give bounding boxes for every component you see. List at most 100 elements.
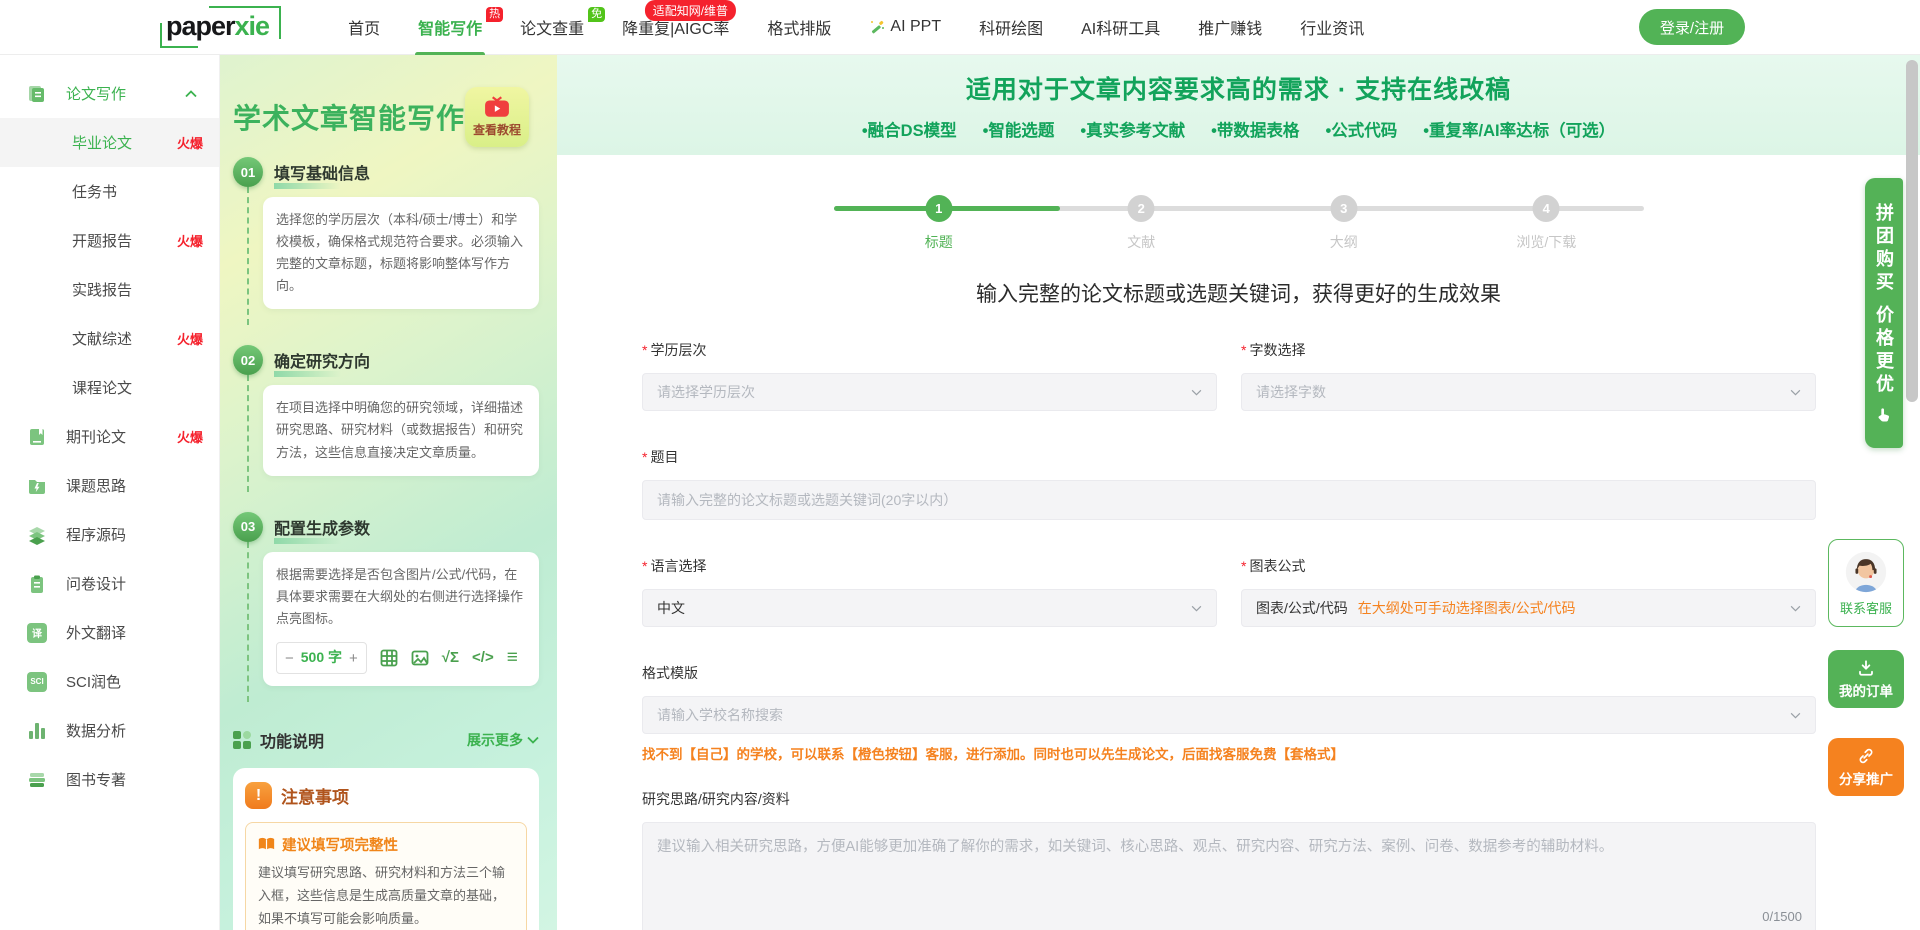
research-textarea[interactable]: [642, 822, 1816, 930]
cnki-weipu-badge: 适配知网/维普: [644, 0, 737, 21]
nav-item-research-drawing[interactable]: 科研绘图: [960, 0, 1062, 55]
chart-formula-select[interactable]: 图表/公式/代码 在大纲处可手动选择图表/公式/代码: [1241, 589, 1816, 627]
step-description: 根据需要选择是否包含图片/公式/代码，在具体要求需要在大纲处的右侧进行选择操作点…: [263, 551, 539, 687]
doc-pen-icon: [26, 83, 48, 105]
sci-icon: SCI: [26, 671, 48, 693]
features-row: 功能说明 展示更多: [233, 728, 539, 752]
sidebar-item-proposal-report[interactable]: 开题报告 火爆: [0, 216, 219, 265]
nav-item-promotion-earn[interactable]: 推广赚钱: [1179, 0, 1281, 55]
guide-panel: 学术文章智能写作 查看教程 01 填写基础信息 选择您的学历层次（本科/硕士/博…: [220, 55, 557, 930]
sidebar-item-graduation-thesis[interactable]: 毕业论文 火爆: [0, 118, 219, 167]
hero-feature-bullets: •融合DS模型 •智能选题 •真实参考文献 •带数据表格 •公式代码 •重复率/…: [861, 122, 1616, 140]
group-buy-banner[interactable]: 拼团购买 价格更优: [1865, 178, 1903, 448]
template-search-select[interactable]: 请输入学校名称搜索: [642, 696, 1816, 734]
thesis-form: * 学历层次 请选择学历层次 * 字数选择 请选择字数 * 题目 请输入完整的论…: [642, 340, 1816, 930]
main-nav: 首页 智能写作 热 论文查重 免 降重复|AIGC率 适配知网/维普 格式排版 …: [329, 0, 1383, 57]
clipboard-icon: [26, 573, 48, 595]
books-icon: [26, 769, 48, 791]
chevron-down-icon: [1191, 389, 1202, 396]
tutorial-button[interactable]: 查看教程: [465, 87, 529, 147]
chart-inline-hint: 在大纲处可手动选择图表/公式/代码: [1357, 600, 1576, 616]
sidebar-item-questionnaire-design[interactable]: 问卷设计: [0, 559, 219, 608]
login-register-button[interactable]: 登录/注册: [1639, 9, 1745, 45]
hot-label: 火爆: [176, 234, 203, 249]
folder-bolt-icon: [26, 475, 48, 497]
step-circle-outline: 3: [1330, 195, 1358, 222]
main-content: 适用对于文章内容要求高的需求 · 支持在线改稿 •融合DS模型 •智能选题 •真…: [557, 55, 1920, 930]
degree-label: * 学历层次: [642, 342, 707, 358]
nav-item-formatting[interactable]: 格式排版: [748, 0, 850, 55]
nav-item-ai-research-tools[interactable]: AI科研工具: [1062, 0, 1179, 55]
sidebar-item-book-monograph[interactable]: 图书专著: [0, 755, 219, 804]
title-input[interactable]: [642, 480, 1816, 520]
layers-icon: [26, 524, 48, 546]
page-scrollbar[interactable]: [1906, 60, 1918, 402]
step-label-download: 浏览/下载: [1516, 234, 1577, 250]
sidebar-item-task-book[interactable]: 任务书: [0, 167, 219, 216]
sidebar-item-topic-ideas[interactable]: 课题思路: [0, 461, 219, 510]
step-number-badge: 03: [233, 511, 263, 542]
show-more-button[interactable]: 展示更多: [467, 730, 539, 750]
my-orders-button[interactable]: 我的订单: [1828, 650, 1904, 708]
chart-formula-label: * 图表公式: [1241, 558, 1306, 574]
notice-section: ! 注意事项 建议填写项完整性 建议填写研究思路、研究材料和方法三个输入框，这些…: [233, 768, 539, 930]
contact-support-button[interactable]: 联系客服: [1828, 539, 1904, 627]
sidebar-item-journal-paper[interactable]: 期刊论文 火爆: [0, 412, 219, 461]
sidebar-item-data-analysis[interactable]: 数据分析: [0, 706, 219, 755]
step-circle-title: 1: [925, 195, 953, 222]
tv-play-icon: [485, 96, 509, 117]
lines-toggle-icon[interactable]: ≡: [507, 642, 518, 674]
nav-item-home[interactable]: 首页: [329, 0, 399, 55]
chevron-down-icon: [1790, 389, 1801, 396]
bar-chart-icon: [26, 720, 48, 742]
chevron-down-icon: [527, 737, 539, 745]
char-counter: 0/1500: [1762, 909, 1802, 924]
hot-label: 火爆: [176, 430, 203, 445]
template-label: 格式模版: [642, 665, 698, 681]
code-toggle-icon[interactable]: </>: [472, 645, 494, 671]
step-description: 选择您的学历层次（本科/硕士/博士）和学校模板，确保格式规范符合要求。必须输入完…: [263, 197, 539, 310]
translate-icon: 译: [26, 622, 48, 644]
step-title: 填写基础信息: [274, 160, 370, 189]
degree-select[interactable]: 请选择学历层次: [642, 373, 1217, 411]
nav-item-plagiarism-check[interactable]: 论文查重 免: [501, 0, 606, 55]
guide-step-3: 03 配置生成参数 根据需要选择是否包含图片/公式/代码，在具体要求需要在大纲处…: [233, 511, 539, 703]
sidebar-item-sci-polish[interactable]: SCI SCI润色: [0, 657, 219, 706]
sidebar-item-literature-review[interactable]: 文献综述 火爆: [0, 314, 219, 363]
image-toggle-icon[interactable]: [411, 649, 429, 667]
step-label-title: 标题: [924, 234, 953, 250]
chevron-down-icon: [1191, 605, 1202, 612]
logo[interactable]: paper xie: [160, 5, 282, 48]
hero-title: 适用对于文章内容要求高的需求 · 支持在线改稿: [965, 76, 1512, 104]
chevron-down-icon: [1790, 712, 1801, 719]
feature-grid-icon: [233, 731, 251, 750]
word-count-minus-button[interactable]: −: [285, 651, 294, 666]
notice-card-completeness: 建议填写项完整性 建议填写研究思路、研究材料和方法三个输入框，这些信息是生成高质…: [245, 822, 527, 930]
sidebar-item-course-paper[interactable]: 课程论文: [0, 363, 219, 412]
language-select[interactable]: 中文: [642, 589, 1217, 627]
nav-item-reduce-aigc[interactable]: 降重复|AIGC率 适配知网/维普: [603, 0, 748, 55]
share-promote-button[interactable]: 分享推广: [1828, 738, 1904, 796]
step-label-outline: 大纲: [1329, 234, 1358, 250]
word-count-plus-button[interactable]: +: [349, 651, 358, 666]
sidebar-item-foreign-translation[interactable]: 译 外文翻译: [0, 608, 219, 657]
left-sidebar: 论文写作 毕业论文 火爆 任务书 开题报告 火爆 实践报告 文献综述 火爆 课程…: [0, 55, 220, 930]
step-title: 确定研究方向: [274, 348, 370, 378]
open-book-icon: [258, 838, 275, 851]
form-instruction: 输入完整的论文标题或选题关键词，获得更好的生成效果: [976, 283, 1501, 306]
nav-item-ai-ppt[interactable]: AI PPT: [850, 0, 960, 55]
table-toggle-icon[interactable]: [380, 649, 398, 667]
research-label: 研究思路/研究内容/资料: [642, 791, 790, 807]
sidebar-item-paper-writing[interactable]: 论文写作: [0, 69, 219, 118]
magic-wand-icon: [871, 20, 885, 34]
wordcount-select[interactable]: 请选择字数: [1241, 373, 1816, 411]
word-count-stepper: − 500 字 +: [276, 642, 367, 674]
sidebar-item-practice-report[interactable]: 实践报告: [0, 265, 219, 314]
link-icon: [1859, 748, 1873, 763]
nav-item-industry-news[interactable]: 行业资讯: [1281, 0, 1383, 55]
nav-item-ai-writing[interactable]: 智能写作 热: [399, 0, 504, 57]
step-circle-download: 4: [1532, 195, 1560, 222]
sidebar-item-source-code[interactable]: 程序源码: [0, 510, 219, 559]
guide-step-1: 01 填写基础信息 选择您的学历层次（本科/硕士/博士）和学校模板，确保格式规范…: [233, 157, 539, 326]
formula-toggle-icon[interactable]: √Σ: [442, 645, 459, 671]
